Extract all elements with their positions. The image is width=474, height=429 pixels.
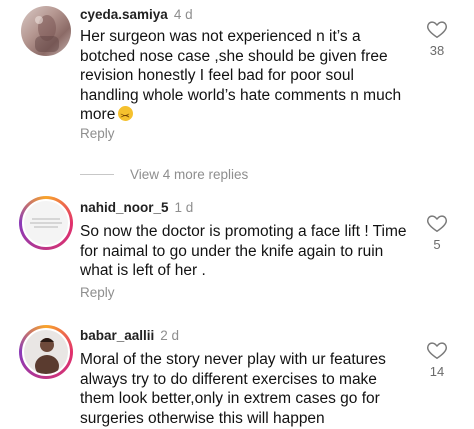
comment-text-line-last: more (80, 105, 415, 127)
comment-text-line: for naimal to go under the knife again t… (80, 242, 384, 260)
divider-line (80, 173, 114, 175)
username[interactable]: cyeda.samiya (80, 7, 168, 22)
username[interactable]: babar_aallii (80, 328, 154, 343)
reply-button[interactable]: Reply (80, 284, 115, 302)
avatar[interactable] (19, 196, 73, 250)
username[interactable]: nahid_noor_5 (80, 200, 169, 215)
like-count: 5 (433, 237, 441, 252)
view-more-replies-label: View 4 more replies (130, 166, 249, 182)
heart-outline-icon[interactable] (426, 18, 448, 40)
view-more-replies-button[interactable]: View 4 more replies (80, 165, 248, 183)
comment-header: nahid_noor_5 1 d (80, 199, 193, 217)
avatar-photo (35, 15, 59, 52)
comment-header: cyeda.samiya 4 d (80, 6, 193, 24)
avatar-inner (22, 328, 70, 376)
comment-text-line: always try to do different exercises to … (80, 370, 377, 388)
avatar-inner (22, 199, 70, 247)
comment-text-line: botched nose case ,she should be given f… (80, 47, 388, 65)
comment-header: babar_aallii 2 d (80, 327, 179, 345)
avatar[interactable] (19, 325, 73, 379)
comment-text: So now the doctor is promoting a face li… (80, 222, 415, 281)
comment-age: 1 d (174, 200, 194, 215)
comment-text-line: surgeries otherwise this will happen (80, 409, 325, 427)
comment-text-line: Moral of the story never play with ur fe… (80, 351, 386, 368)
comment-text-line: revision honestly I feel bad for poor so… (80, 67, 354, 84)
comment-text: Her surgeon was not experienced n it’s a… (80, 27, 415, 127)
comment-text: Moral of the story never play with ur fe… (80, 350, 415, 428)
like-count: 38 (429, 43, 445, 58)
avatar-photo (24, 201, 68, 245)
comment-text-line: more (80, 106, 116, 123)
comment-text-line: So now the doctor is promoting a face li… (80, 223, 407, 240)
confounded-face-emoji-icon (118, 106, 134, 127)
comment-text-line: what is left of her . (80, 262, 206, 279)
avatar[interactable] (21, 6, 71, 56)
avatar-photo (24, 330, 68, 374)
reply-button[interactable]: Reply (80, 125, 115, 143)
comment-age: 2 d (160, 328, 180, 343)
comment-text-line: them look better,only in extrem cases go… (80, 390, 380, 407)
like-count: 14 (429, 364, 445, 379)
comment-text-line: Her surgeon was not experienced n it’s a (80, 28, 361, 45)
comment-age: 4 d (173, 7, 193, 22)
heart-outline-icon[interactable] (426, 212, 448, 234)
comment-text-line: handling whole world’s hate comments n m… (80, 86, 402, 104)
heart-outline-icon[interactable] (426, 339, 448, 361)
